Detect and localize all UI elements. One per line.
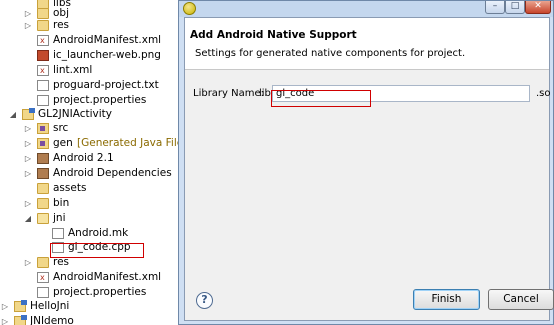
- collapsed-arrow-icon[interactable]: ▷: [0, 313, 10, 325]
- project-explorer-tree: libs▷obj▷resAndroidManifest.xmlic_launch…: [0, 0, 178, 325]
- dialog-title: Add Android Native Support: [190, 29, 357, 41]
- collapsed-arrow-icon[interactable]: ▷: [23, 254, 33, 271]
- android-project-icon: [14, 315, 27, 325]
- text-file-icon: [37, 80, 49, 91]
- library-icon: [37, 153, 49, 164]
- minimize-button[interactable]: –: [485, 1, 505, 14]
- expanded-arrow-icon[interactable]: ◢: [8, 106, 18, 123]
- text-file-icon: [37, 95, 49, 106]
- eclipse-app-icon: [183, 2, 196, 15]
- maximize-button[interactable]: □: [505, 1, 525, 14]
- cancel-button[interactable]: Cancel: [488, 289, 554, 310]
- tree-item-label: jni: [53, 212, 66, 224]
- folder-icon: [37, 8, 49, 19]
- image-file-icon: [37, 50, 49, 61]
- library-name-highlight-box: [271, 90, 371, 107]
- library-prefix-label: lib: [259, 88, 271, 99]
- xml-file-icon: [37, 32, 49, 49]
- tree-item-label: GL2JNIActivity: [38, 108, 112, 120]
- collapsed-arrow-icon[interactable]: ▷: [23, 165, 33, 182]
- android-project-icon: [14, 300, 27, 312]
- folder-icon: [37, 257, 49, 268]
- xml-file-icon: [37, 269, 49, 286]
- text-file-icon: [52, 228, 64, 239]
- finish-button[interactable]: Finish: [413, 289, 480, 310]
- text-file-icon: [37, 287, 49, 298]
- dialog-subtitle: Settings for generated native components…: [195, 48, 466, 59]
- folder-icon: [37, 20, 49, 31]
- tree-item-label: JNIdemo: [30, 315, 74, 325]
- gl-code-cpp-highlight-box: [50, 243, 144, 258]
- dialog-title-bar[interactable]: – □ ✕: [179, 1, 553, 17]
- library-suffix-label: .so: [536, 88, 551, 99]
- close-button[interactable]: ✕: [525, 1, 551, 14]
- xml-file-icon: [37, 62, 49, 79]
- expanded-arrow-icon[interactable]: ◢: [23, 210, 33, 227]
- android-project-icon: [22, 108, 35, 120]
- folder-icon: [37, 198, 49, 209]
- folder-icon: [37, 183, 49, 194]
- finish-button-label: Finish: [431, 293, 462, 305]
- folder-open-icon: [37, 213, 49, 224]
- add-native-support-dialog: – □ ✕ Add Android Native Support Setting…: [178, 0, 554, 325]
- source-folder-icon: [37, 138, 49, 149]
- help-button[interactable]: ?: [196, 292, 213, 309]
- library-icon: [37, 168, 49, 179]
- library-name-label: Library Name:: [193, 88, 265, 99]
- source-folder-icon: [37, 123, 49, 134]
- dialog-content: Add Android Native Support Settings for …: [184, 17, 554, 321]
- dialog-header: Add Android Native Support Settings for …: [185, 18, 549, 70]
- collapsed-arrow-icon[interactable]: ▷: [23, 17, 33, 34]
